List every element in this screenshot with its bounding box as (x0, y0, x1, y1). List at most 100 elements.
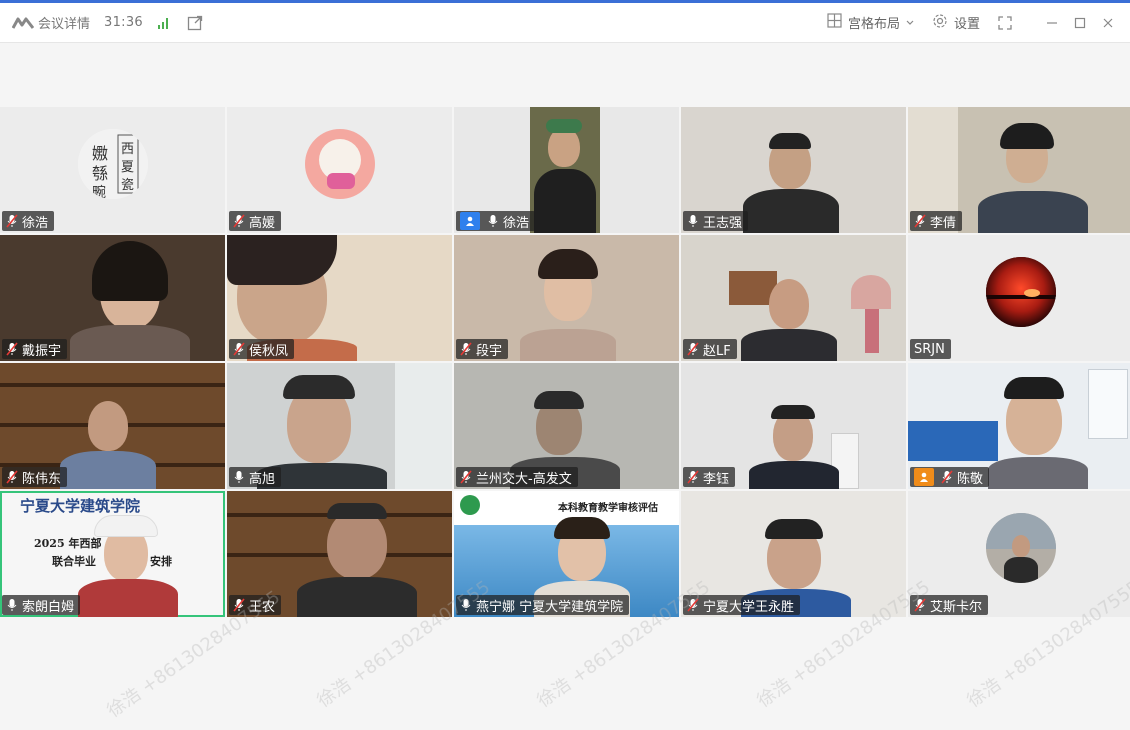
participant-name: SRJN (914, 341, 945, 357)
avatar (305, 129, 375, 199)
title-bar: 会议详情 31:36 宫格布局 设置 (0, 3, 1130, 43)
participant-name: 宁夏大学王永胜 (703, 599, 795, 615)
svg-text:瓷: 瓷 (121, 178, 134, 193)
svg-text:西: 西 (121, 142, 134, 157)
signal-icon[interactable] (157, 16, 171, 30)
participant-name-tag: 艾斯卡尔 (910, 595, 989, 615)
participant-name-tag: 赵LF (683, 339, 737, 359)
video-tile[interactable]: 本科教育教学审核评估 燕宁娜 宁夏大学建筑学院 (454, 491, 679, 617)
mic-muted-icon (6, 470, 18, 484)
slide-school-name: 宁夏大学建筑学院 (20, 497, 141, 515)
video-tile[interactable]: 嫐綔畹 西夏瓷 徐浩 (0, 107, 225, 233)
slide-subtitle: 联合毕业 (52, 555, 96, 568)
participant-name-tag: 侯秋凤 (229, 339, 295, 359)
mic-muted-icon (460, 470, 472, 484)
video-tile-active-speaker[interactable]: 宁夏大学建筑学院 2025 年西部 联合毕业 安排 索朗白姆 (0, 491, 225, 617)
participant-name: 徐浩 (503, 215, 530, 231)
participant-name: 陈伟东 (22, 471, 62, 487)
avatar (986, 513, 1056, 583)
video-tile[interactable]: 陈伟东 (0, 363, 225, 489)
participant-name-tag: 李钰 (683, 467, 736, 487)
mic-muted-icon (914, 598, 926, 612)
grid-layout-button[interactable]: 宫格布局 (827, 13, 914, 32)
banner-title: 本科教育教学审核评估 (558, 503, 658, 514)
video-tile[interactable]: 兰州交大-高发文 (454, 363, 679, 489)
mic-icon (460, 598, 472, 612)
mic-icon (233, 470, 245, 484)
user-icon (914, 468, 934, 486)
avatar (986, 257, 1056, 327)
video-tile[interactable]: 宁夏大学王永胜 (681, 491, 906, 617)
mic-icon (487, 214, 499, 228)
slide-arrange: 安排 (150, 555, 172, 568)
participant-name: 燕宁娜 宁夏大学建筑学院 (476, 599, 624, 615)
participant-name: 高旭 (249, 471, 276, 487)
participant-name-tag: SRJN (910, 339, 951, 359)
gear-icon (932, 13, 948, 33)
participant-name-tag: 李倩 (910, 211, 963, 231)
participant-name: 徐浩 (22, 215, 49, 231)
close-icon[interactable] (1094, 9, 1122, 37)
participant-name: 王志强 (703, 215, 743, 231)
fullscreen-icon[interactable] (998, 15, 1012, 30)
participant-name: 侯秋凤 (249, 343, 289, 359)
participant-name-tag: 陈伟东 (2, 467, 68, 487)
maximize-icon[interactable] (1066, 9, 1094, 37)
svg-text:綔: 綔 (92, 164, 108, 183)
svg-text:畹: 畹 (92, 185, 106, 199)
mic-muted-icon (6, 342, 18, 356)
video-tile[interactable]: 艾斯卡尔 (908, 491, 1130, 617)
video-tile[interactable]: 戴振宇 (0, 235, 225, 361)
avatar: 嫐綔畹 西夏瓷 (78, 129, 148, 199)
video-tile[interactable]: 王志强 (681, 107, 906, 233)
participant-name: 王农 (249, 599, 276, 615)
participant-name-tag: 徐浩 (2, 211, 55, 231)
participant-name-tag: 宁夏大学王永胜 (683, 595, 801, 615)
mic-muted-icon (233, 342, 245, 356)
mic-muted-icon (233, 214, 245, 228)
video-tile[interactable]: 陈敬 (908, 363, 1130, 489)
participant-name: 李钰 (703, 471, 730, 487)
mic-muted-icon (914, 214, 926, 228)
mic-muted-icon (233, 598, 245, 612)
video-tile[interactable]: 段宇 (454, 235, 679, 361)
minimize-icon[interactable] (1038, 9, 1066, 37)
settings-button[interactable]: 设置 (932, 13, 980, 33)
participant-name-tag: 燕宁娜 宁夏大学建筑学院 (456, 595, 630, 615)
participant-name-tag: 戴振宇 (2, 339, 68, 359)
video-tile[interactable]: 王农 (227, 491, 452, 617)
host-icon (460, 212, 480, 230)
mic-icon (687, 214, 699, 228)
video-tile[interactable]: 侯秋凤 (227, 235, 452, 361)
participant-name: 索朗白姆 (22, 599, 75, 615)
participant-name: 兰州交大-高发文 (476, 471, 572, 487)
participant-name-tag: 索朗白姆 (2, 595, 81, 615)
app-logo-icon (11, 16, 35, 30)
mic-muted-icon (460, 342, 472, 356)
participant-name: 高媛 (249, 215, 276, 231)
video-tile[interactable]: SRJN (908, 235, 1130, 361)
participant-name-tag: 高媛 (229, 211, 282, 231)
participant-name: 赵LF (703, 343, 731, 359)
mic-icon (6, 598, 18, 612)
participant-name: 艾斯卡尔 (930, 599, 983, 615)
video-tile[interactable]: 李倩 (908, 107, 1130, 233)
video-tile[interactable]: 高旭 (227, 363, 452, 489)
participant-name-tag: 徐浩 (456, 211, 536, 231)
participant-name: 段宇 (476, 343, 503, 359)
mic-muted-icon (687, 342, 699, 356)
participant-name-tag: 段宇 (456, 339, 509, 359)
mic-muted-icon (941, 470, 953, 484)
svg-text:嫐: 嫐 (92, 144, 108, 163)
external-window-icon[interactable] (187, 15, 203, 31)
chevron-down-icon (906, 15, 914, 30)
mic-muted-icon (687, 470, 699, 484)
participant-name: 陈敬 (957, 471, 984, 487)
participant-name: 戴振宇 (22, 343, 62, 359)
participant-name-tag: 高旭 (229, 467, 282, 487)
meeting-details-link[interactable]: 会议详情 (38, 13, 90, 32)
video-tile[interactable]: 高媛 (227, 107, 452, 233)
video-tile[interactable]: 徐浩 (454, 107, 679, 233)
video-tile[interactable]: 赵LF (681, 235, 906, 361)
video-tile[interactable]: 李钰 (681, 363, 906, 489)
